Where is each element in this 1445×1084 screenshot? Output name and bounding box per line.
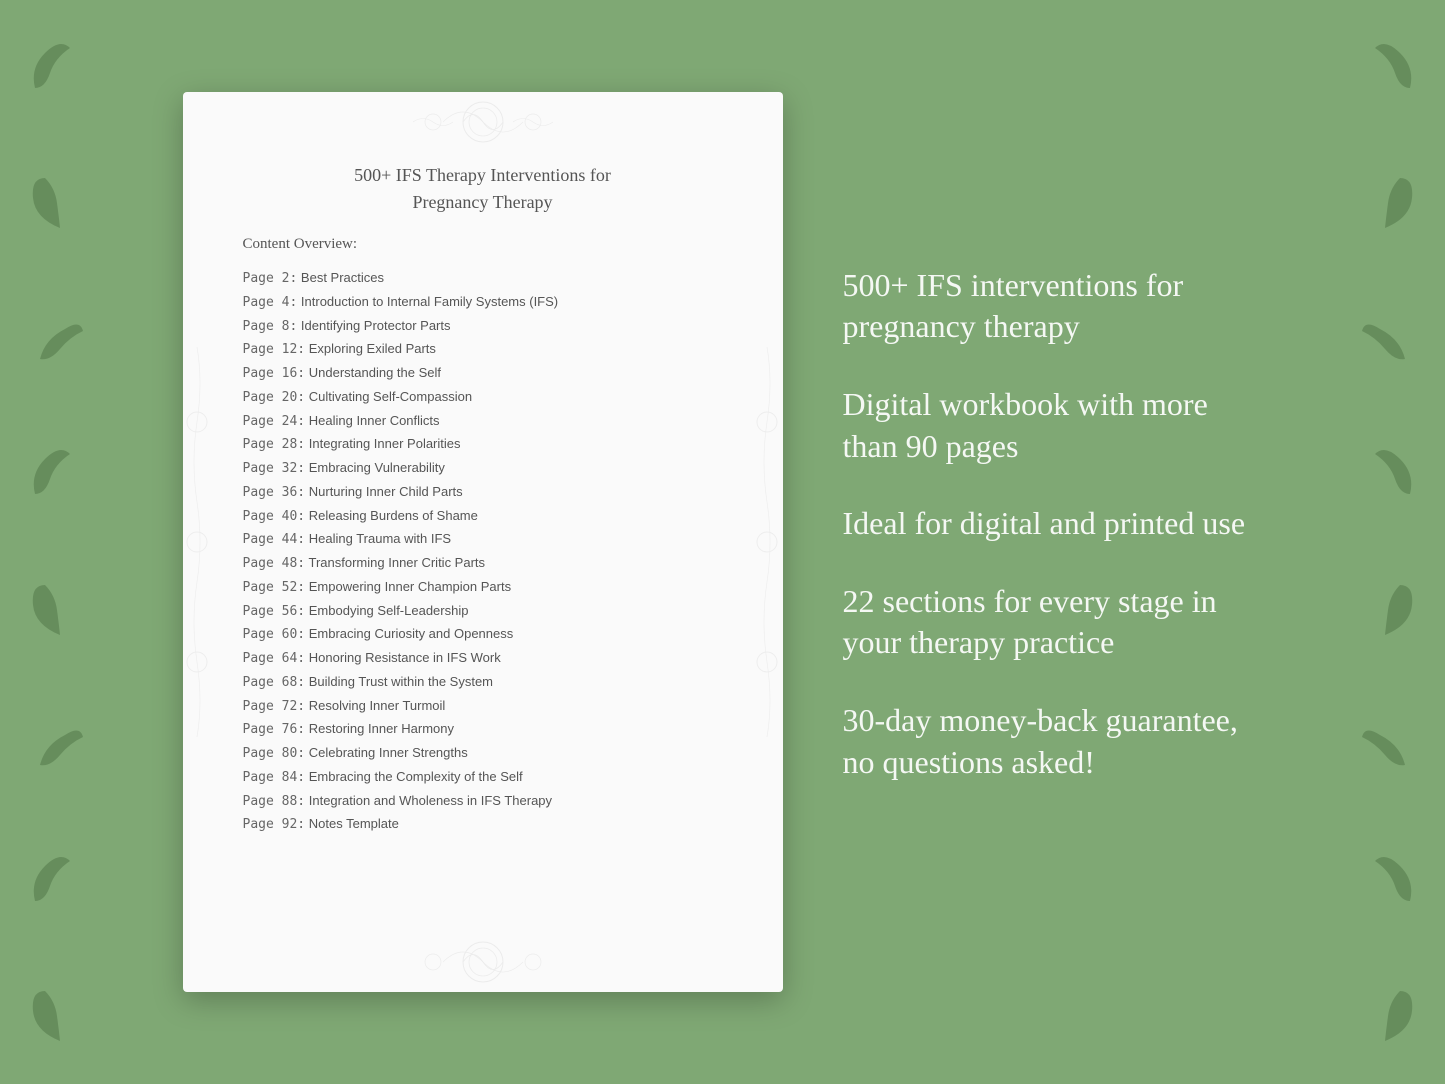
toc-list: Page 2: Best PracticesPage 4: Introducti… xyxy=(233,267,733,837)
toc-item: Page 80: Celebrating Inner Strengths xyxy=(243,742,733,766)
main-content: 500+ IFS Therapy Interventions for Pregn… xyxy=(123,92,1323,992)
toc-item: Page 56: Embodying Self-Leadership xyxy=(243,600,733,624)
feature-item: 30-day money-back guarantee, no question… xyxy=(843,700,1263,783)
left-decoration xyxy=(0,0,120,1084)
right-decoration xyxy=(1325,0,1445,1084)
toc-item: Page 92: Notes Template xyxy=(243,813,733,837)
doc-header-decoration xyxy=(183,92,783,152)
toc-item: Page 84: Embracing the Complexity of the… xyxy=(243,766,733,790)
toc-item: Page 16: Understanding the Self xyxy=(243,362,733,386)
feature-item: 22 sections for every stage in your ther… xyxy=(843,581,1263,664)
toc-item: Page 40: Releasing Burdens of Shame xyxy=(243,505,733,529)
section-label: Content Overview: xyxy=(233,236,733,253)
doc-footer-decoration xyxy=(183,932,783,992)
feature-item: 500+ IFS interventions for pregnancy the… xyxy=(843,265,1263,348)
toc-item: Page 2: Best Practices xyxy=(243,267,733,291)
toc-item: Page 44: Healing Trauma with IFS xyxy=(243,528,733,552)
toc-item: Page 12: Exploring Exiled Parts xyxy=(243,338,733,362)
doc-side-decoration-left xyxy=(183,172,213,912)
toc-item: Page 64: Honoring Resistance in IFS Work xyxy=(243,647,733,671)
toc-item: Page 4: Introduction to Internal Family … xyxy=(243,291,733,315)
features-panel: 500+ IFS interventions for pregnancy the… xyxy=(843,265,1263,819)
toc-item: Page 60: Embracing Curiosity and Opennes… xyxy=(243,623,733,647)
toc-item: Page 32: Embracing Vulnerability xyxy=(243,457,733,481)
toc-item: Page 88: Integration and Wholeness in IF… xyxy=(243,790,733,814)
toc-item: Page 36: Nurturing Inner Child Parts xyxy=(243,481,733,505)
document-preview: 500+ IFS Therapy Interventions for Pregn… xyxy=(183,92,783,992)
toc-item: Page 48: Transforming Inner Critic Parts xyxy=(243,552,733,576)
doc-side-decoration-right xyxy=(753,172,783,912)
toc-item: Page 28: Integrating Inner Polarities xyxy=(243,433,733,457)
toc-item: Page 24: Healing Inner Conflicts xyxy=(243,410,733,434)
toc-item: Page 76: Restoring Inner Harmony xyxy=(243,718,733,742)
toc-item: Page 52: Empowering Inner Champion Parts xyxy=(243,576,733,600)
feature-item: Digital workbook with more than 90 pages xyxy=(843,384,1263,467)
toc-item: Page 20: Cultivating Self-Compassion xyxy=(243,386,733,410)
feature-item: Ideal for digital and printed use xyxy=(843,503,1263,545)
toc-item: Page 8: Identifying Protector Parts xyxy=(243,315,733,339)
toc-item: Page 72: Resolving Inner Turmoil xyxy=(243,695,733,719)
document-title: 500+ IFS Therapy Interventions for Pregn… xyxy=(233,162,733,216)
toc-item: Page 68: Building Trust within the Syste… xyxy=(243,671,733,695)
